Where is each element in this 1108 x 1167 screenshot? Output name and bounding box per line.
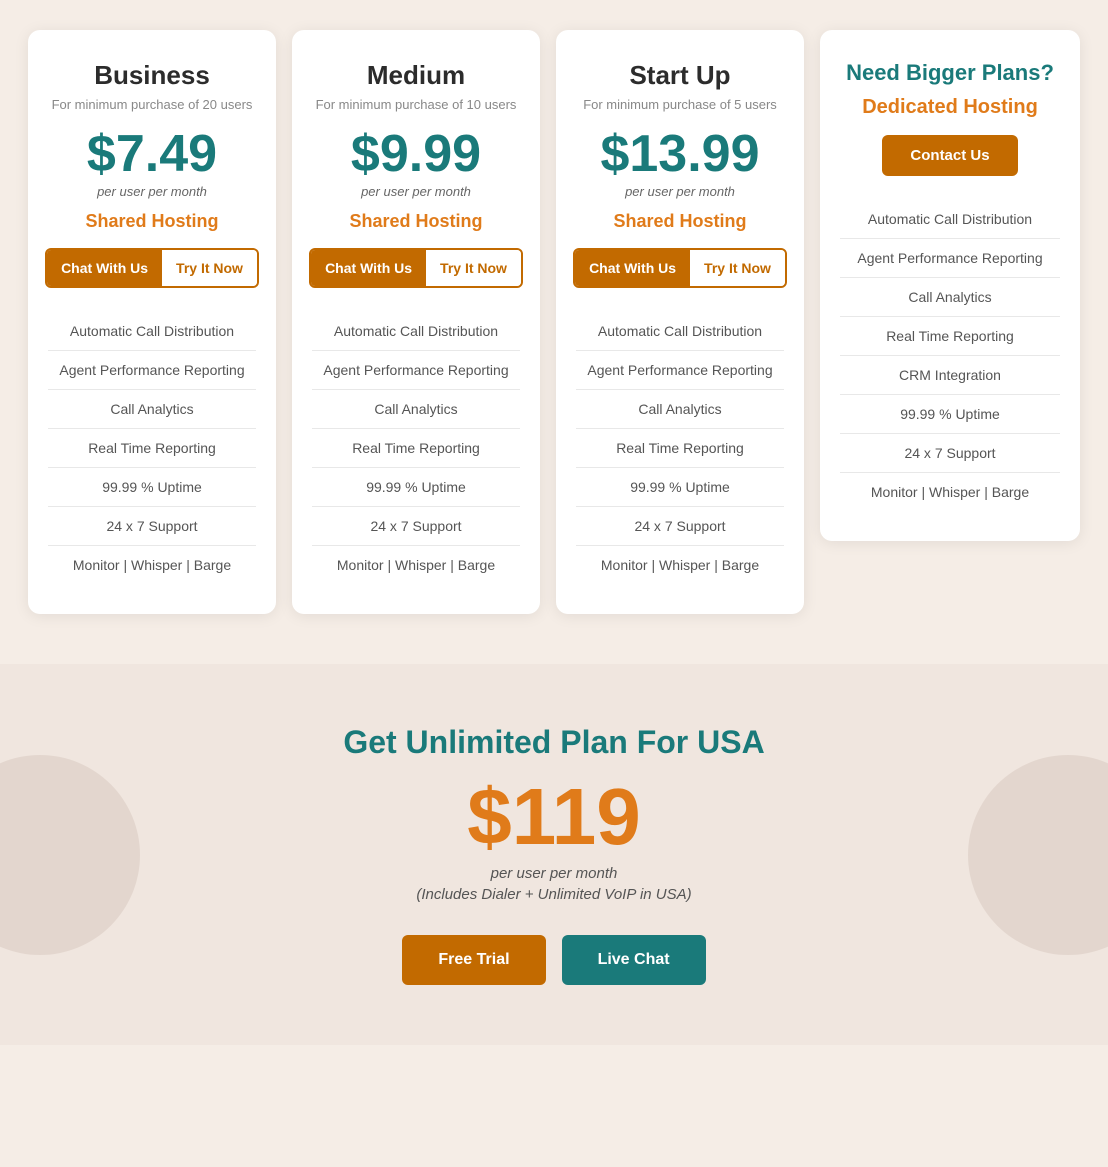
list-item: Call Analytics <box>48 390 256 429</box>
business-price-period: per user per month <box>97 184 207 199</box>
startup-plan-subtitle: For minimum purchase of 5 users <box>583 97 777 112</box>
list-item: Automatic Call Distribution <box>312 312 520 351</box>
contact-us-button[interactable]: Contact Us <box>882 135 1017 176</box>
list-item: 99.99 % Uptime <box>840 395 1060 434</box>
startup-hosting-label: Shared Hosting <box>613 211 746 232</box>
medium-plan-subtitle: For minimum purchase of 10 users <box>316 97 517 112</box>
startup-plan-card: Start Up For minimum purchase of 5 users… <box>556 30 804 614</box>
unlimited-buttons: Free Trial Live Chat <box>20 935 1088 985</box>
business-chat-button[interactable]: Chat With Us <box>47 250 162 286</box>
business-cta-buttons: Chat With Us Try It Now <box>45 248 259 288</box>
unlimited-section: Get Unlimited Plan For USA $119 per user… <box>0 664 1108 1045</box>
unlimited-includes: (Includes Dialer + Unlimited VoIP in USA… <box>20 886 1088 903</box>
medium-features-list: Automatic Call Distribution Agent Perfor… <box>312 312 520 584</box>
list-item: Automatic Call Distribution <box>576 312 784 351</box>
list-item: Monitor | Whisper | Barge <box>312 546 520 584</box>
custom-hosting-label: Dedicated Hosting <box>862 96 1038 119</box>
medium-hosting-label: Shared Hosting <box>349 211 482 232</box>
list-item: 99.99 % Uptime <box>576 468 784 507</box>
startup-plan-name: Start Up <box>629 60 730 91</box>
custom-need-bigger: Need Bigger Plans? <box>846 60 1054 86</box>
list-item: Agent Performance Reporting <box>48 351 256 390</box>
list-item: Real Time Reporting <box>312 429 520 468</box>
business-plan-price: $7.49 <box>87 128 217 180</box>
startup-price-period: per user per month <box>625 184 735 199</box>
list-item: Real Time Reporting <box>576 429 784 468</box>
list-item: Agent Performance Reporting <box>840 239 1060 278</box>
medium-try-button[interactable]: Try It Now <box>426 250 521 286</box>
list-item: 24 x 7 Support <box>840 434 1060 473</box>
medium-plan-price: $9.99 <box>351 128 481 180</box>
unlimited-period: per user per month <box>20 865 1088 882</box>
business-try-button[interactable]: Try It Now <box>162 250 257 286</box>
unlimited-price: $119 <box>20 777 1088 857</box>
medium-plan-card: Medium For minimum purchase of 10 users … <box>292 30 540 614</box>
list-item: Agent Performance Reporting <box>312 351 520 390</box>
list-item: 99.99 % Uptime <box>312 468 520 507</box>
startup-try-button[interactable]: Try It Now <box>690 250 785 286</box>
startup-chat-button[interactable]: Chat With Us <box>575 250 690 286</box>
business-plan-card: Business For minimum purchase of 20 user… <box>28 30 276 614</box>
medium-plan-name: Medium <box>367 60 465 91</box>
list-item: 24 x 7 Support <box>312 507 520 546</box>
list-item: Agent Performance Reporting <box>576 351 784 390</box>
list-item: Call Analytics <box>312 390 520 429</box>
startup-cta-buttons: Chat With Us Try It Now <box>573 248 787 288</box>
medium-price-period: per user per month <box>361 184 471 199</box>
list-item: Real Time Reporting <box>48 429 256 468</box>
free-trial-button[interactable]: Free Trial <box>402 935 545 985</box>
list-item: 24 x 7 Support <box>48 507 256 546</box>
list-item: Automatic Call Distribution <box>48 312 256 351</box>
startup-plan-price: $13.99 <box>600 128 759 180</box>
list-item: 99.99 % Uptime <box>48 468 256 507</box>
medium-cta-buttons: Chat With Us Try It Now <box>309 248 523 288</box>
business-hosting-label: Shared Hosting <box>85 211 218 232</box>
list-item: Monitor | Whisper | Barge <box>840 473 1060 511</box>
live-chat-button[interactable]: Live Chat <box>562 935 706 985</box>
medium-chat-button[interactable]: Chat With Us <box>311 250 426 286</box>
custom-plan-card: Need Bigger Plans? Dedicated Hosting Con… <box>820 30 1080 541</box>
list-item: Automatic Call Distribution <box>840 200 1060 239</box>
custom-features-list: Automatic Call Distribution Agent Perfor… <box>840 200 1060 511</box>
list-item: Call Analytics <box>840 278 1060 317</box>
startup-features-list: Automatic Call Distribution Agent Perfor… <box>576 312 784 584</box>
list-item: CRM Integration <box>840 356 1060 395</box>
list-item: Call Analytics <box>576 390 784 429</box>
list-item: Monitor | Whisper | Barge <box>48 546 256 584</box>
business-features-list: Automatic Call Distribution Agent Perfor… <box>48 312 256 584</box>
business-plan-subtitle: For minimum purchase of 20 users <box>52 97 253 112</box>
unlimited-title: Get Unlimited Plan For USA <box>20 724 1088 761</box>
list-item: 24 x 7 Support <box>576 507 784 546</box>
list-item: Monitor | Whisper | Barge <box>576 546 784 584</box>
list-item: Real Time Reporting <box>840 317 1060 356</box>
pricing-section: Business For minimum purchase of 20 user… <box>0 0 1108 664</box>
business-plan-name: Business <box>94 60 210 91</box>
